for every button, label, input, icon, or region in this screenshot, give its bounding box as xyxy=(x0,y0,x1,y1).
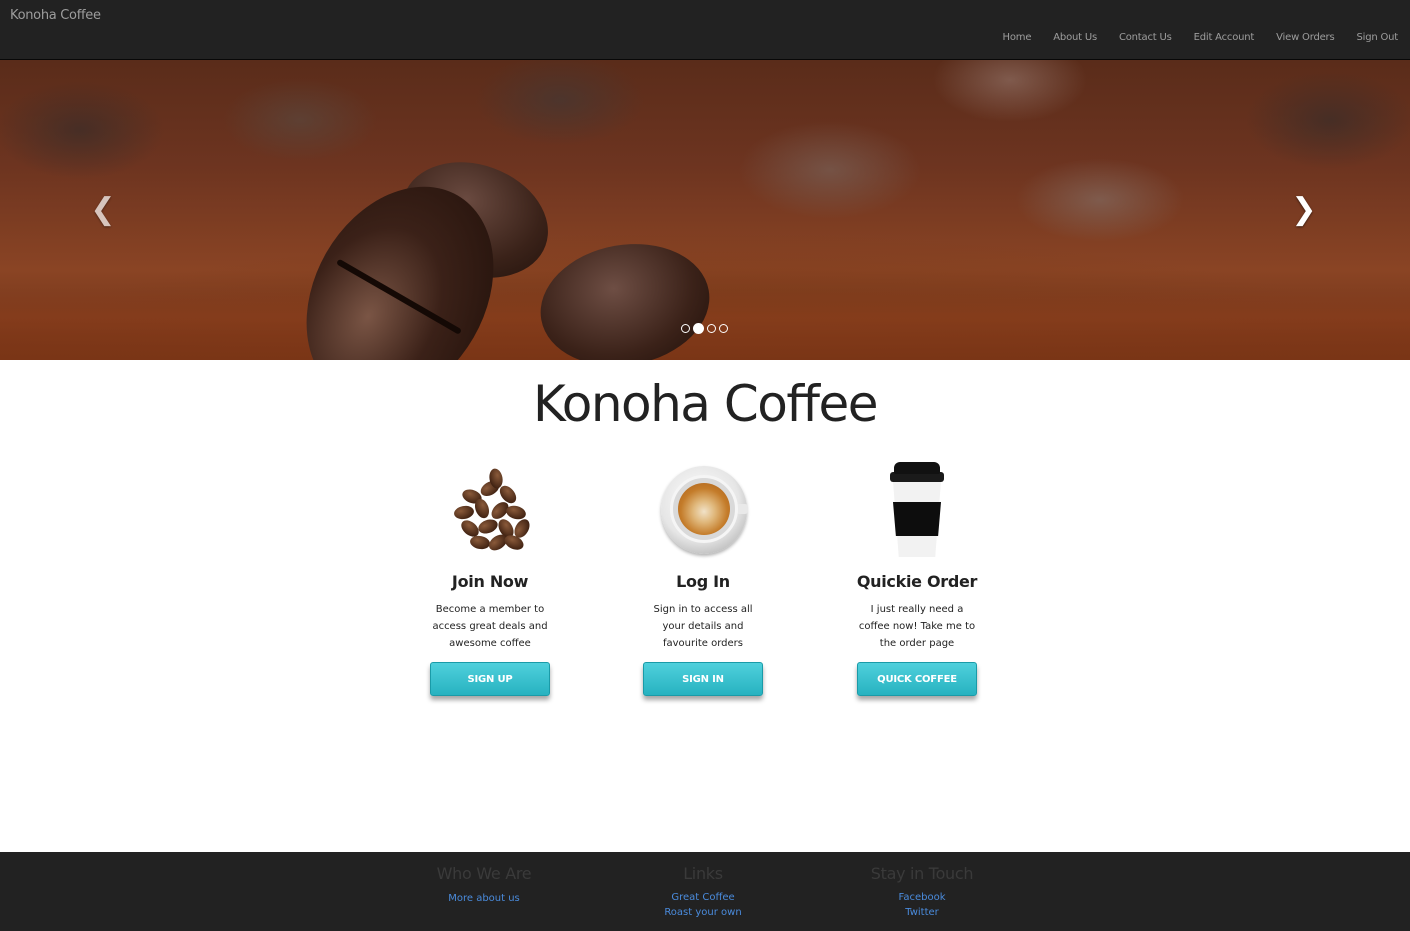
footer-heading: Links xyxy=(683,864,723,883)
feature-title: Log In xyxy=(676,572,730,591)
footer-link-roast-your-own[interactable]: Roast your own xyxy=(623,905,783,920)
nav-contact-us[interactable]: Contact Us xyxy=(1108,32,1183,43)
carousel-indicator-3[interactable] xyxy=(707,324,716,333)
footer-column-stay-in-touch: Stay in Touch Facebook Twitter xyxy=(842,864,1002,920)
carousel-prev-button[interactable]: ❮ xyxy=(88,195,118,225)
footer-column-who-we-are: Who We Are More about us xyxy=(404,864,564,906)
page-title: Konoha Coffee xyxy=(532,375,879,433)
footer-column-links: Links Great Coffee Roast your own xyxy=(623,864,783,920)
footer-link-facebook[interactable]: Facebook xyxy=(842,890,1002,905)
footer: Who We Are More about us Links Great Cof… xyxy=(0,852,1410,931)
nav-about-us[interactable]: About Us xyxy=(1042,32,1108,43)
feature-title: Quickie Order xyxy=(856,572,978,591)
footer-heading: Stay in Touch xyxy=(870,864,974,883)
feature-join-now: Join Now Become a member to access great… xyxy=(390,460,590,696)
nav-view-orders[interactable]: View Orders xyxy=(1265,32,1345,43)
feature-description: I just really need a coffee now! Take me… xyxy=(858,604,976,649)
footer-link-more-about-us[interactable]: More about us xyxy=(404,891,564,906)
carousel-next-button[interactable]: ❯ xyxy=(1289,195,1319,225)
feature-description: Sign in to access all your details and f… xyxy=(653,604,753,649)
footer-link-great-coffee[interactable]: Great Coffee xyxy=(623,890,783,905)
brand-link[interactable]: Konoha Coffee xyxy=(10,8,101,23)
navbar: Konoha Coffee Home About Us Contact Us E… xyxy=(0,0,1410,60)
takeaway-cup-image xyxy=(867,460,967,560)
coffee-beans-image xyxy=(440,460,540,560)
feature-description: Become a member to access great deals an… xyxy=(432,604,548,649)
chevron-right-icon: ❯ xyxy=(1291,192,1317,227)
quick-coffee-button[interactable]: QUICK COFFEE xyxy=(857,662,977,696)
feature-title: Join Now xyxy=(451,572,529,591)
carousel-indicator-4[interactable] xyxy=(719,324,728,333)
carousel-indicator-2[interactable] xyxy=(693,323,704,334)
latte-cup-image xyxy=(653,460,753,560)
footer-link-twitter[interactable]: Twitter xyxy=(842,905,1002,920)
nav-home[interactable]: Home xyxy=(992,32,1043,43)
feature-log-in: Log In Sign in to access all your detail… xyxy=(603,460,803,696)
sign-up-button[interactable]: SIGN UP xyxy=(430,662,550,696)
feature-quickie-order: Quickie Order I just really need a coffe… xyxy=(817,460,1017,696)
footer-heading: Who We Are xyxy=(436,864,532,883)
nav-edit-account[interactable]: Edit Account xyxy=(1183,32,1266,43)
carousel-indicator-1[interactable] xyxy=(681,324,690,333)
hero-carousel: ❮ ❯ xyxy=(0,60,1410,360)
carousel-indicators xyxy=(681,323,728,334)
sign-in-button[interactable]: SIGN IN xyxy=(643,662,763,696)
nav-links: Home About Us Contact Us Edit Account Vi… xyxy=(992,32,1399,43)
nav-sign-out[interactable]: Sign Out xyxy=(1345,32,1398,43)
chevron-left-icon: ❮ xyxy=(90,192,116,227)
